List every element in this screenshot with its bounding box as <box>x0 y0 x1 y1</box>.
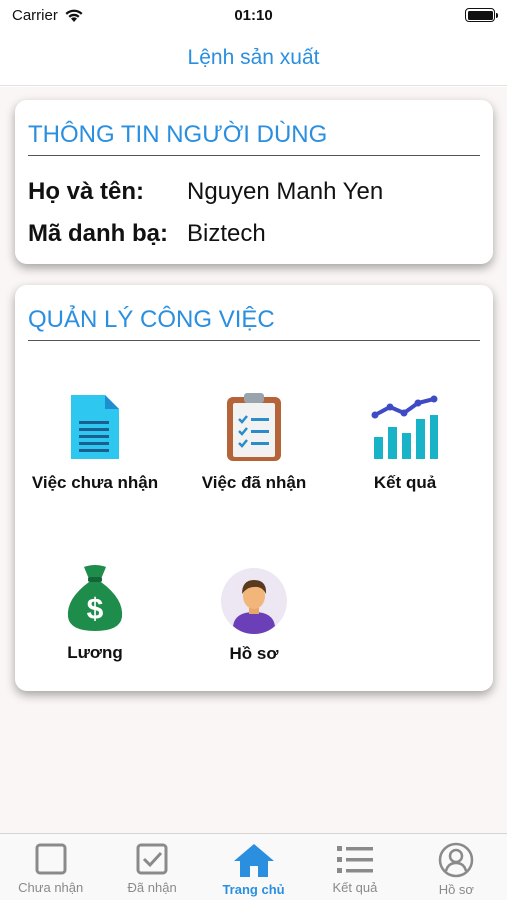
status-left: Carrier <box>12 7 84 24</box>
bar-chart-icon <box>371 395 438 459</box>
square-icon <box>35 843 67 875</box>
work-management-card: QUẢN LÝ CÔNG VIỆC Việc chưa nhận Việc đã… <box>15 285 493 691</box>
battery-icon <box>465 8 498 22</box>
tile-label: Hồ sơ <box>229 644 279 663</box>
tab-accepted[interactable]: Đã nhận <box>101 834 202 900</box>
user-info-card: THÔNG TIN NGƯỜI DÙNG Họ và tên: Nguyen M… <box>15 100 493 264</box>
work-header: QUẢN LÝ CÔNG VIỆC <box>28 299 480 341</box>
tile-salary[interactable]: $ Lương <box>15 563 175 663</box>
list-icon <box>336 846 373 873</box>
tab-label: Kết quả <box>332 880 378 895</box>
navigation-bar: Lệnh sản xuất <box>0 30 507 86</box>
status-time: 01:10 <box>234 6 273 24</box>
checkbox-icon <box>136 843 168 875</box>
tab-profile[interactable]: Hồ sơ <box>406 834 507 900</box>
tile-profile[interactable]: Hồ sơ <box>174 568 334 664</box>
svg-text:$: $ <box>87 593 104 626</box>
directory-label: Mã danh bạ: <box>28 220 169 247</box>
tile-label: Kết quả <box>373 473 437 492</box>
profile-circle-icon <box>439 842 474 878</box>
name-row: Họ và tên: Nguyen Manh Yen <box>28 178 383 206</box>
tab-home[interactable]: Trang chủ <box>203 834 304 900</box>
tab-label: Đã nhận <box>127 880 177 895</box>
money-bag-icon: $ <box>67 565 123 631</box>
tile-label: Lương <box>67 643 123 662</box>
document-icon <box>71 395 119 459</box>
user-avatar-icon <box>221 568 287 634</box>
wifi-icon <box>65 9 83 22</box>
tab-results[interactable]: Kết quả <box>304 834 405 900</box>
tab-label: Chưa nhận <box>18 880 84 895</box>
tile-accepted-jobs[interactable]: Việc đã nhận <box>174 391 334 493</box>
tile-results[interactable]: Kết quả <box>325 393 485 493</box>
page-title: Lệnh sản xuất <box>187 45 320 69</box>
clipboard-check-icon <box>227 393 281 461</box>
status-bar: Carrier 01:10 <box>0 0 507 30</box>
tile-label: Việc đã nhận <box>201 473 307 492</box>
home-icon <box>233 844 274 877</box>
directory-value: Biztech <box>187 220 266 247</box>
tab-label: Trang chủ <box>222 882 285 897</box>
name-label: Họ và tên: <box>28 178 145 205</box>
tile-label: Việc chưa nhận <box>31 473 159 492</box>
tab-bar: Chưa nhận Đã nhận Trang chủ Kết quả Hồ s… <box>0 833 507 900</box>
carrier-label: Carrier <box>12 6 58 24</box>
tile-pending-jobs[interactable]: Việc chưa nhận <box>15 393 175 493</box>
tab-label: Hồ sơ <box>438 882 474 897</box>
user-info-header: THÔNG TIN NGƯỜI DÙNG <box>28 114 480 156</box>
name-value: Nguyen Manh Yen <box>187 178 384 205</box>
main-content: THÔNG TIN NGƯỜI DÙNG Họ và tên: Nguyen M… <box>0 87 507 833</box>
tab-pending[interactable]: Chưa nhận <box>0 834 101 900</box>
directory-row: Mã danh bạ: Biztech <box>28 220 266 248</box>
